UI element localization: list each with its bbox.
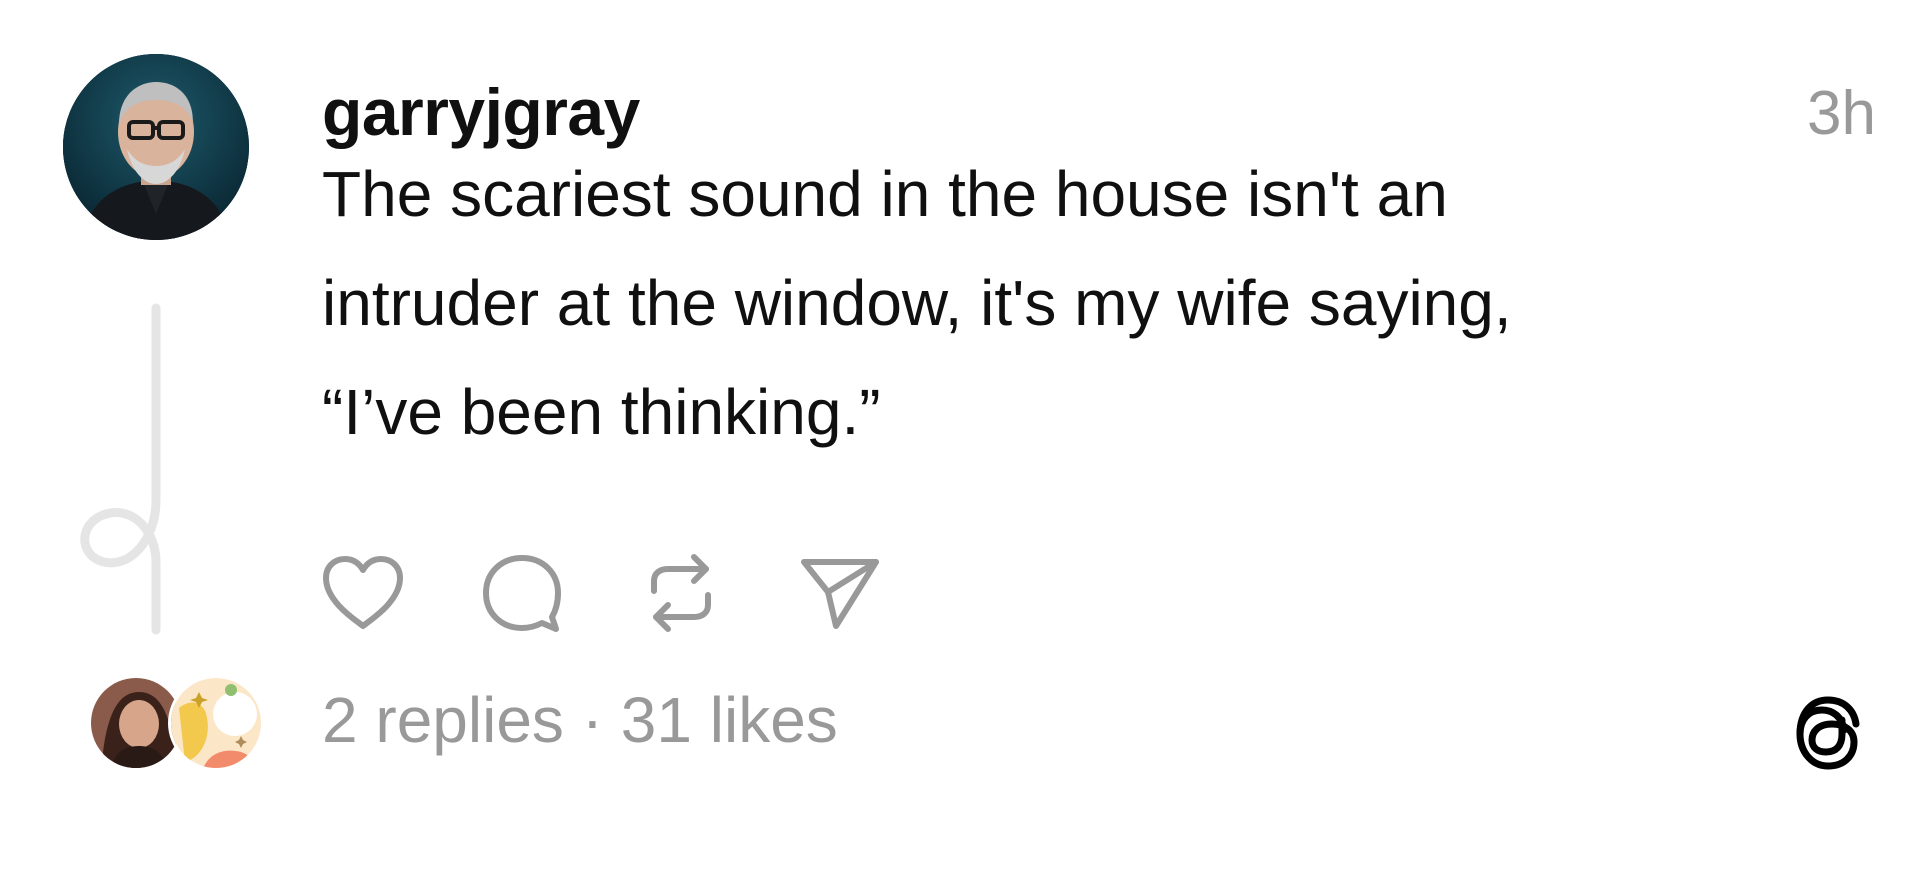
threads-post: garryjgray 3h The scariest sound in the …	[0, 0, 1920, 876]
send-icon	[801, 559, 879, 629]
post-stats: 2 replies · 31 likes	[322, 680, 838, 760]
repost-icon	[651, 554, 711, 632]
speech-bubble-icon	[483, 555, 561, 632]
likes-count-link[interactable]: 31 likes	[621, 684, 838, 756]
post-body-line: intruder at the window, it's my wife say…	[322, 267, 1512, 339]
repost-button[interactable]	[636, 548, 726, 638]
post-body: The scariest sound in the house isn't an…	[322, 140, 1862, 467]
comment-button[interactable]	[477, 548, 567, 638]
replier-avatar	[168, 675, 264, 771]
share-button[interactable]	[795, 548, 885, 638]
reply-avatars[interactable]	[88, 675, 278, 775]
stats-separator: ·	[563, 684, 621, 756]
post-body-line: “I’ve been thinking.”	[322, 376, 881, 448]
post-body-line: The scariest sound in the house isn't an	[322, 158, 1448, 230]
like-button[interactable]	[318, 548, 408, 638]
thread-line-icon	[70, 300, 180, 640]
threads-logo-icon[interactable]	[1784, 690, 1868, 780]
replies-count-link[interactable]: 2 replies	[322, 684, 564, 756]
heart-icon	[323, 556, 403, 629]
post-actions	[318, 548, 954, 638]
author-avatar[interactable]	[63, 54, 249, 240]
author-avatar-image	[63, 54, 249, 240]
